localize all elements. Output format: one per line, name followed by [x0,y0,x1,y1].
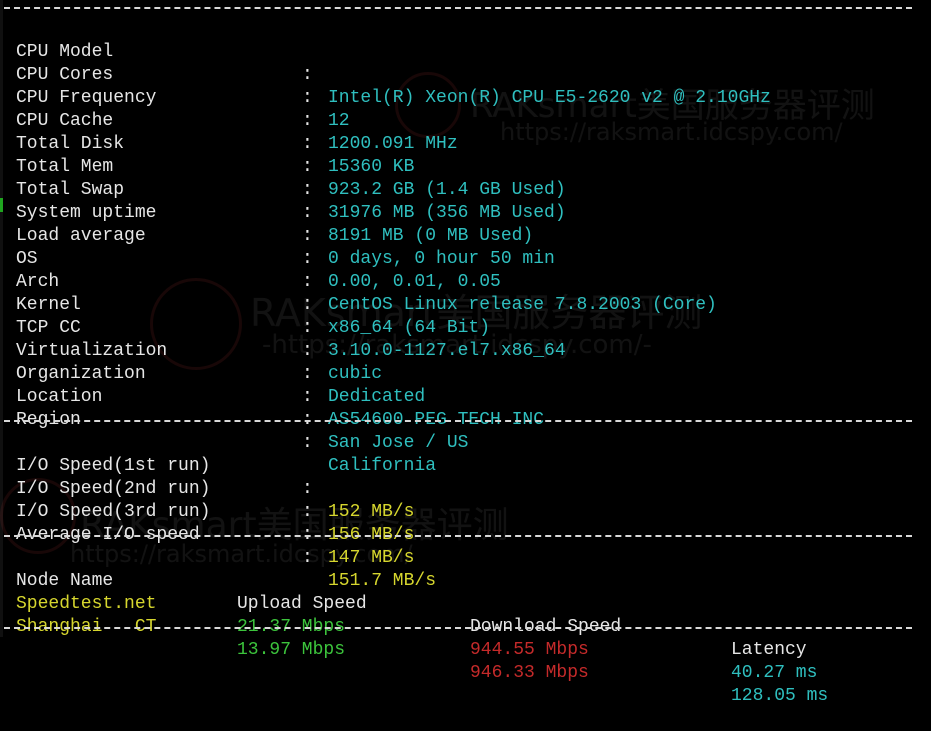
info-row-location: Location : San Jose / US [0,363,468,453]
info-row-virtualization: Virtualization : Dedicated [0,317,425,407]
divider-bottom [4,627,912,629]
io-value: 151.7 MB/s [328,571,437,591]
info-value: California [328,456,437,476]
speedtest-row: Speedtest.net 21.37 Mbps 944.55 Mbps 40.… [0,570,817,683]
info-separator: : [302,65,313,85]
info-value: 31976 MB (356 MB Used) [328,203,566,223]
io-separator: : [302,548,313,568]
info-value: 8191 MB (0 MB Used) [328,226,534,246]
header-latency: Latency [731,640,807,660]
info-row-organization: Organization : AS54600 PEG TECH INC [0,340,544,430]
info-separator: : [302,341,313,361]
info-row-arch: Arch : x86_64 (64 Bit) [0,248,490,338]
info-separator: : [302,295,313,315]
info-separator: : [302,272,313,292]
io-row-3rd-run: I/O Speed(3rd run) : 147 MB/s [0,478,414,568]
info-row-system-uptime: System uptime : 0 days, 0 hour 50 min [0,179,555,269]
info-row-region: Region : California [0,386,436,476]
info-row-total-disk: Total Disk : 923.2 GB (1.4 GB Used) [0,110,566,200]
info-value: 15360 KB [328,157,415,177]
info-value: Dedicated [328,387,426,407]
info-value: x86_64 (64 Bit) [328,318,491,338]
info-value: 923.2 GB (1.4 GB Used) [328,180,566,200]
io-row-average: Average I/O speed : 151.7 MB/s [0,501,436,591]
info-value: 12 [328,111,350,131]
terminal-window[interactable]: RAKsmart美国服务器评测 https://raksmart.idcspy.… [0,0,931,706]
info-value: CentOS Linux release 7.8.2003 (Core) [328,295,717,315]
io-value: 152 MB/s [328,502,415,522]
io-value: 147 MB/s [328,548,415,568]
info-separator: : [302,364,313,384]
io-row-2nd-run: I/O Speed(2nd run) : 156 MB/s [0,455,414,545]
divider-after-io [4,535,912,537]
latency: 128.05 ms [731,686,829,706]
info-row-cpu-cache: CPU Cache : 15360 KB [0,87,414,177]
info-value: cubic [328,364,383,384]
info-row-total-mem: Total Mem : 31976 MB (356 MB Used) [0,133,566,223]
io-label: I/O Speed(1st run) [16,456,211,476]
info-row-load-average: Load average : 0.00, 0.01, 0.05 [0,202,501,292]
info-separator: : [302,318,313,338]
info-separator: : [302,226,313,246]
info-value: Intel(R) Xeon(R) CPU E5-2620 v2 @ 2.10GH… [328,88,771,108]
info-separator: : [302,111,313,131]
info-row-os: OS : CentOS Linux release 7.8.2003 (Core… [0,225,717,315]
download-speed: 944.55 Mbps [470,640,589,660]
io-separator: : [302,502,313,522]
info-separator: : [302,203,313,223]
watermark-url: https://raksmart.idcspy.com/ [500,118,843,146]
info-value: 0.00, 0.01, 0.05 [328,272,501,292]
info-separator: : [302,387,313,407]
info-value: 3.10.0-1127.el7.x86_64 [328,341,566,361]
info-separator: : [302,134,313,154]
io-label: I/O Speed(2nd run) [16,479,211,499]
latency: 40.27 ms [731,663,818,683]
io-separator: : [302,479,313,499]
upload-speed: 13.97 Mbps [237,640,346,660]
info-row-cpu-cores: CPU Cores : 12 [0,41,350,131]
divider-after-system [4,420,912,422]
io-row-1st-run: I/O Speed(1st run) : 152 MB/s [0,432,414,522]
io-label: I/O Speed(3rd run) [16,502,211,522]
info-row-cpu-frequency: CPU Frequency : 1200.091 MHz [0,64,458,154]
info-separator: : [302,433,313,453]
info-value: 1200.091 MHz [328,134,458,154]
info-separator: : [302,88,313,108]
speedtest-header-row: Node Name Upload Speed Download Speed La… [0,547,807,660]
info-separator: : [302,157,313,177]
download-speed: 946.33 Mbps [470,663,589,683]
info-row-tcp-cc: TCP CC : cubic [0,294,382,384]
info-row-kernel: Kernel : 3.10.0-1127.el7.x86_64 [0,271,566,361]
info-value: 0 days, 0 hour 50 min [328,249,555,269]
info-row-cpu-model: CPU Model : Intel(R) Xeon(R) CPU E5-2620… [0,18,771,108]
info-row-total-swap: Total Swap : 8191 MB (0 MB Used) [0,156,533,246]
divider-top [4,7,912,9]
speedtest-row: Shanghai CT 13.97 Mbps 946.33 Mbps 128.0… [0,593,828,706]
info-separator: : [302,180,313,200]
info-separator: : [302,249,313,269]
info-value: San Jose / US [328,433,469,453]
header-upload-speed: Upload Speed [237,594,367,614]
